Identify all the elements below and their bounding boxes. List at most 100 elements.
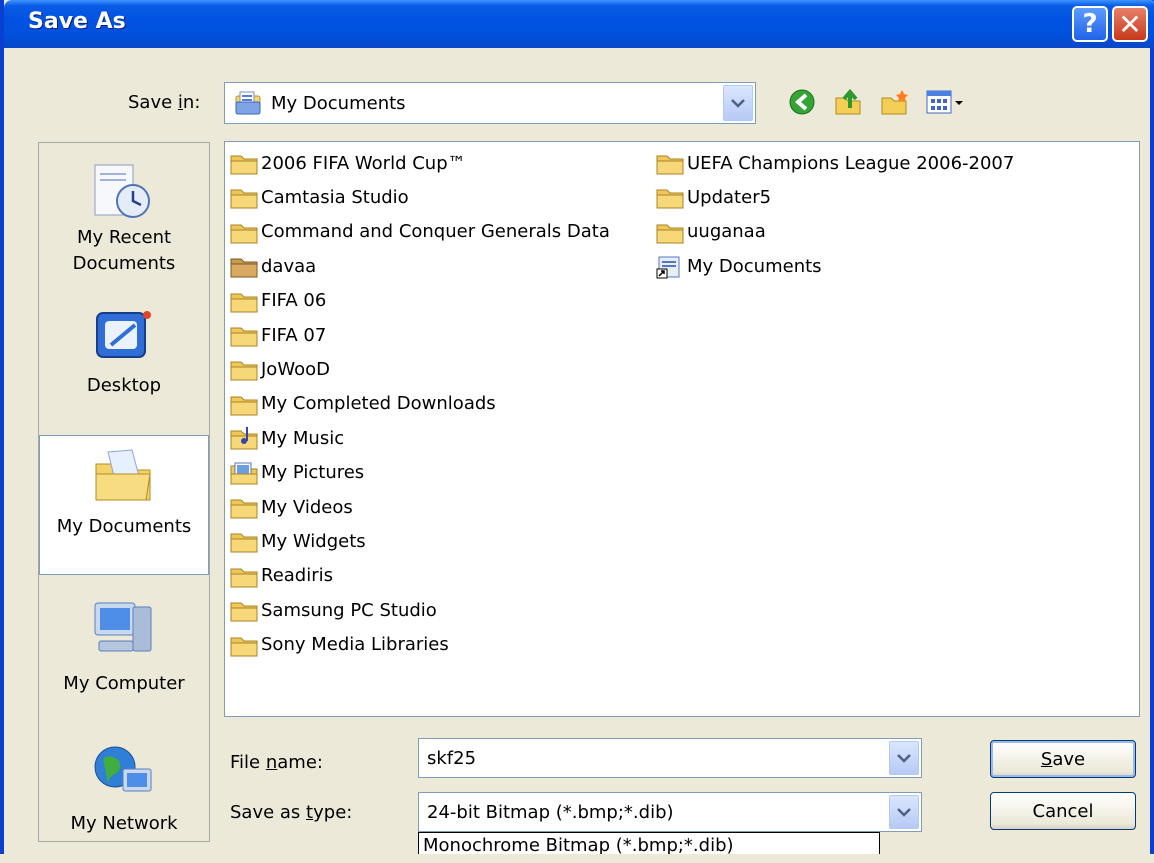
chevron-down-icon bbox=[897, 754, 911, 763]
close-button[interactable]: ✕ bbox=[1112, 6, 1148, 42]
file-item-my-videos[interactable]: My Videos bbox=[229, 492, 353, 522]
save-in-value: My Documents bbox=[271, 93, 406, 114]
file-item-command-and-conquer-generals-data[interactable]: Command and Conquer Generals Data bbox=[229, 217, 610, 247]
folder-icon bbox=[230, 602, 258, 622]
folder-icon bbox=[230, 637, 258, 657]
place-label: My Recent bbox=[76, 227, 172, 248]
file-item-label: Readiris bbox=[261, 565, 334, 587]
place-my-network[interactable]: My Network bbox=[39, 727, 209, 863]
file-name-label: File name: bbox=[230, 752, 323, 773]
view-menu-icon[interactable] bbox=[924, 86, 966, 118]
file-item-my-widgets[interactable]: My Widgets bbox=[229, 526, 366, 556]
my-music-icon bbox=[230, 427, 258, 450]
save-in-label: Save in: bbox=[128, 92, 201, 113]
window-title: Save As bbox=[28, 9, 126, 34]
file-item-label: JoWooD bbox=[261, 358, 330, 380]
save-as-dialog: Save As ? ✕ Save in: My Documents My Rec… bbox=[0, 0, 1154, 854]
folder-icon bbox=[230, 155, 258, 175]
folder-icon bbox=[230, 396, 258, 416]
place-label: My Documents bbox=[56, 516, 192, 537]
save-as-type-label: Save as type: bbox=[230, 802, 353, 823]
file-item-jowood[interactable]: JoWooD bbox=[229, 354, 330, 384]
file-item-label: 2006 FIFA World Cup™ bbox=[261, 152, 466, 174]
file-item-samsung-pc-studio[interactable]: Samsung PC Studio bbox=[229, 595, 437, 625]
cancel-button[interactable]: Cancel bbox=[990, 792, 1136, 830]
file-item-label: My Music bbox=[261, 427, 345, 449]
my-computer-icon bbox=[94, 602, 152, 652]
file-item-uefa-champions-league-2006-2007[interactable]: UEFA Champions League 2006-2007 bbox=[655, 148, 1014, 178]
chevron-down-icon bbox=[897, 808, 911, 817]
folder-icon bbox=[656, 224, 684, 244]
place-my-recent-documents[interactable]: My Recent Documents bbox=[39, 143, 209, 279]
file-item-label: FIFA 07 bbox=[261, 324, 327, 346]
file-item-my-pictures[interactable]: My Pictures bbox=[229, 458, 364, 488]
folder-icon bbox=[230, 224, 258, 244]
close-icon: ✕ bbox=[1118, 7, 1142, 41]
folder-icon bbox=[230, 568, 258, 588]
folder-icon bbox=[230, 361, 258, 381]
desktop-icon bbox=[96, 311, 151, 358]
new-folder-icon[interactable] bbox=[878, 86, 910, 118]
my-pictures-icon bbox=[230, 462, 258, 485]
place-label-line2: Documents bbox=[72, 253, 176, 274]
file-item-label: Updater5 bbox=[687, 186, 772, 208]
file-item-label: uuganaa bbox=[687, 221, 766, 243]
save-in-arrow-button[interactable] bbox=[723, 85, 753, 121]
place-label: Desktop bbox=[86, 375, 162, 396]
file-item-fifa-06[interactable]: FIFA 06 bbox=[229, 286, 326, 316]
file-item-camtasia-studio[interactable]: Camtasia Studio bbox=[229, 182, 409, 212]
place-label: My Computer bbox=[63, 673, 185, 694]
help-button[interactable]: ? bbox=[1072, 6, 1108, 42]
my-documents-small-icon bbox=[235, 91, 261, 115]
file-item-label: FIFA 06 bbox=[261, 290, 327, 312]
place-my-documents[interactable]: My Documents bbox=[39, 435, 209, 575]
file-item-label: My Videos bbox=[261, 496, 353, 518]
folder-icon bbox=[230, 327, 258, 347]
folder-icon bbox=[656, 189, 684, 209]
save-as-type-arrow-button[interactable] bbox=[889, 795, 919, 829]
my-documents-icon bbox=[95, 449, 151, 501]
file-item-uuganaa[interactable]: uuganaa bbox=[655, 217, 766, 247]
save-button[interactable]: Save bbox=[990, 740, 1136, 778]
file-item-my-completed-downloads[interactable]: My Completed Downloads bbox=[229, 389, 496, 419]
places-bar: My Recent Documents Desktop My Documents bbox=[38, 142, 210, 842]
file-list[interactable]: 2006 FIFA World Cup™ Camtasia Studio Comma… bbox=[224, 141, 1140, 717]
file-item-davaa[interactable]: davaa bbox=[229, 251, 316, 281]
chevron-down-icon bbox=[731, 99, 745, 108]
up-folder-icon[interactable] bbox=[832, 86, 864, 118]
save-as-type-value: 24-bit Bitmap (*.bmp;*.dib) bbox=[427, 802, 674, 823]
file-item-readiris[interactable]: Readiris bbox=[229, 561, 333, 591]
file-item-label: Command and Conquer Generals Data bbox=[261, 221, 610, 243]
place-label: My Network bbox=[70, 813, 178, 834]
file-name-value: skf25 bbox=[427, 748, 477, 769]
file-item-sony-media-libraries[interactable]: Sony Media Libraries bbox=[229, 630, 449, 660]
file-item-label: My Widgets bbox=[261, 530, 366, 552]
file-item-label: My Documents bbox=[687, 255, 822, 277]
file-item-label: Samsung PC Studio bbox=[261, 599, 437, 621]
file-item-updater5[interactable]: Updater5 bbox=[655, 182, 771, 212]
place-desktop[interactable]: Desktop bbox=[39, 295, 209, 431]
file-item-my-music[interactable]: My Music bbox=[229, 423, 344, 453]
file-item-label: davaa bbox=[261, 255, 317, 277]
my-documents-icon bbox=[656, 256, 680, 279]
file-name-input[interactable]: skf25 bbox=[418, 738, 922, 778]
my-network-icon bbox=[94, 746, 152, 792]
folder-icon bbox=[230, 533, 258, 553]
place-my-computer[interactable]: My Computer bbox=[39, 583, 209, 719]
recent-documents-icon bbox=[94, 164, 150, 218]
file-name-arrow-button[interactable] bbox=[889, 741, 919, 775]
file-item-label: My Completed Downloads bbox=[261, 393, 496, 415]
folder-icon bbox=[230, 189, 258, 209]
help-icon: ? bbox=[1082, 9, 1098, 39]
save-as-type-dropdown[interactable]: 24-bit Bitmap (*.bmp;*.dib) bbox=[418, 792, 922, 832]
file-item-label: Sony Media Libraries bbox=[261, 634, 449, 656]
file-item-fifa-07[interactable]: FIFA 07 bbox=[229, 320, 326, 350]
file-item-my-documents[interactable]: My Documents bbox=[655, 251, 822, 281]
file-item-label: My Pictures bbox=[261, 462, 365, 484]
back-icon[interactable] bbox=[786, 86, 818, 118]
save-as-type-option[interactable]: Monochrome Bitmap (*.bmp;*.dib) bbox=[418, 832, 880, 854]
title-bar[interactable]: Save As ? ✕ bbox=[4, 0, 1154, 48]
save-in-dropdown[interactable]: My Documents bbox=[224, 82, 756, 124]
file-item-2006-fifa-world-cup[interactable]: 2006 FIFA World Cup™ bbox=[229, 148, 466, 178]
file-item-label: UEFA Champions League 2006-2007 bbox=[687, 152, 1015, 174]
